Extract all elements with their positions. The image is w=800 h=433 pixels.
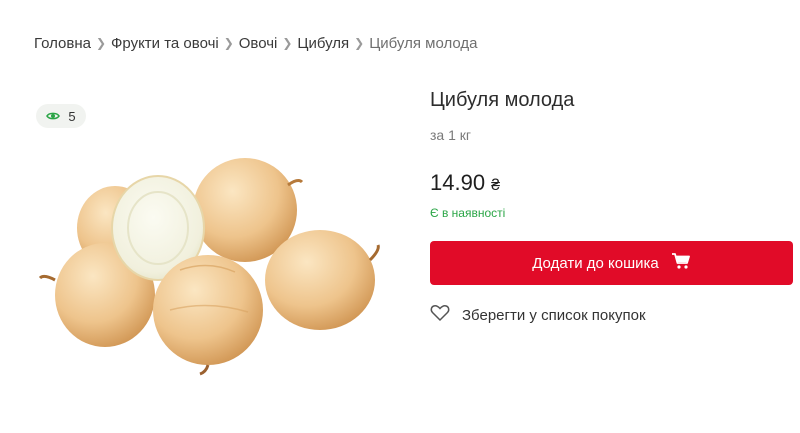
- product-image: [30, 150, 390, 380]
- breadcrumb-home[interactable]: Головна: [34, 35, 91, 52]
- stock-status: Є в наявності: [430, 206, 506, 220]
- breadcrumb-onion[interactable]: Цибуля: [297, 35, 349, 52]
- chevron-right-icon: ❯: [223, 36, 234, 50]
- save-to-list-label: Зберегти у список покупок: [462, 306, 646, 324]
- currency-symbol: ₴: [491, 177, 500, 194]
- product-title: Цибуля молода: [430, 89, 575, 111]
- breadcrumb-current: Цибуля молода: [369, 34, 478, 52]
- breadcrumb-fruits-vegetables[interactable]: Фрукти та овочі: [111, 35, 219, 52]
- heart-icon: [430, 304, 450, 326]
- add-to-cart-label: Додати до кошика: [532, 254, 659, 272]
- save-to-list-button[interactable]: Зберегти у список покупок: [430, 303, 646, 327]
- chevron-right-icon: ❯: [282, 36, 293, 50]
- chevron-right-icon: ❯: [95, 36, 107, 50]
- product-unit: за 1 кг: [430, 127, 472, 143]
- breadcrumb: Головна ❯ Фрукти та овочі ❯ Овочі ❯ Цибу…: [34, 33, 478, 53]
- chevron-right-icon: ❯: [354, 36, 365, 50]
- eye-icon: [46, 111, 61, 121]
- price-value: 14.90: [430, 170, 486, 195]
- views-count: 5: [68, 108, 76, 124]
- add-to-cart-button[interactable]: Додати до кошика: [430, 241, 793, 285]
- product-price: 14.90 ₴: [430, 170, 500, 196]
- cart-icon: [671, 252, 691, 274]
- breadcrumb-vegetables[interactable]: Овочі: [239, 35, 278, 52]
- views-badge: 5: [36, 104, 86, 128]
